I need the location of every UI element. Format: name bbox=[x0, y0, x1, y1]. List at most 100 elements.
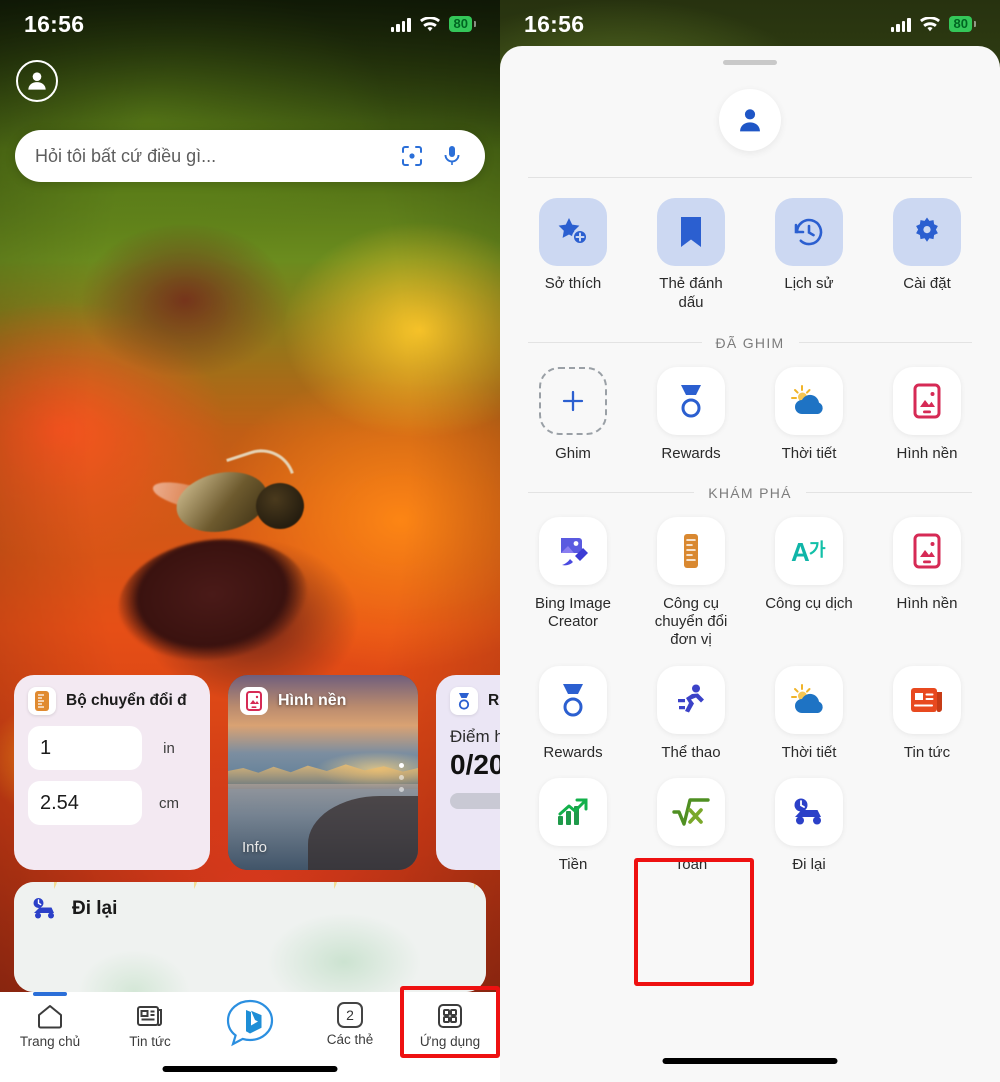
widget-card-strip[interactable]: Bộ chuyển đổi đ 1 in 2.54 cm Hình nền In… bbox=[0, 675, 500, 870]
image-creator-icon bbox=[539, 516, 607, 585]
quick-action-favorites[interactable]: Sở thích bbox=[514, 198, 632, 313]
rewards-header: R bbox=[450, 687, 500, 715]
app-sports[interactable]: Thể thao bbox=[632, 665, 750, 762]
account-avatar-icon[interactable] bbox=[719, 89, 781, 151]
tab-home-label: Trang chủ bbox=[19, 1034, 81, 1049]
app-news[interactable]: Tin tức bbox=[868, 665, 986, 762]
unit-converter-widget[interactable]: Bộ chuyển đổi đ 1 in 2.54 cm bbox=[14, 675, 210, 870]
pinned-apps-row[interactable]: Ghim Rewards Thời tiết Hình nền bbox=[500, 351, 1000, 463]
weather-cloud-sun-icon bbox=[775, 665, 843, 734]
app-label: Toán bbox=[674, 855, 708, 873]
tab-news-label: Tin tức bbox=[129, 1034, 171, 1049]
status-indicators: 80 bbox=[390, 16, 476, 32]
app-label: Đi lại bbox=[792, 855, 826, 873]
travel-widget[interactable]: Đi lại bbox=[14, 882, 486, 992]
app-wallpaper[interactable]: Hình nền bbox=[868, 516, 986, 650]
app-finance[interactable]: Tiền bbox=[514, 777, 632, 874]
tab-news[interactable]: Tin tức bbox=[100, 1002, 200, 1049]
converter-unit-to[interactable]: cm bbox=[142, 795, 196, 812]
section-rule-right bbox=[805, 492, 972, 494]
home-indicator bbox=[162, 1066, 338, 1072]
explore-apps-row-3[interactable]: Tiền Toán Đi lại bbox=[500, 762, 1000, 874]
apps-grid-icon bbox=[438, 1004, 462, 1028]
search-input[interactable]: Hỏi tôi bất cứ điều gì... bbox=[15, 130, 485, 182]
tabs-count-value: 2 bbox=[346, 1007, 354, 1023]
gear-settings-icon bbox=[893, 198, 961, 266]
explore-apps-row-2[interactable]: Rewards Thể thao Thời tiết Tin tức bbox=[500, 650, 1000, 762]
battery-charging-icon: 80 bbox=[948, 16, 976, 32]
math-sqrt-icon bbox=[657, 777, 725, 846]
wallpaper-info-label[interactable]: Info bbox=[242, 839, 267, 856]
travel-car-icon bbox=[775, 777, 843, 846]
converter-value-from[interactable]: 1 bbox=[28, 726, 142, 770]
visual-search-camera-icon[interactable] bbox=[399, 143, 425, 169]
quick-action-settings[interactable]: Cài đặt bbox=[868, 198, 986, 313]
rewards-widget[interactable]: R Điểm h 0/20 bbox=[436, 675, 500, 870]
app-rewards[interactable]: Rewards bbox=[632, 366, 750, 463]
app-empty-slot bbox=[868, 778, 986, 874]
news-icon bbox=[137, 1006, 162, 1026]
tab-bing-chat[interactable] bbox=[200, 999, 300, 1052]
quick-action-history[interactable]: Lịch sử bbox=[750, 198, 868, 313]
section-title: ĐÃ GHIM bbox=[715, 334, 785, 351]
section-rule-left bbox=[528, 342, 702, 343]
rewards-medal-icon bbox=[657, 366, 725, 435]
app-label: Thể thao bbox=[661, 743, 721, 761]
converter-unit-from[interactable]: in bbox=[142, 740, 196, 757]
svg-text:가: 가 bbox=[809, 540, 826, 560]
news-icon bbox=[893, 665, 961, 734]
microphone-icon[interactable] bbox=[439, 143, 465, 169]
converter-value-to[interactable]: 2.54 bbox=[28, 781, 142, 825]
app-label: Thời tiết bbox=[781, 743, 837, 761]
converter-row-to[interactable]: 2.54 cm bbox=[28, 781, 196, 825]
app-label: Tiền bbox=[558, 855, 588, 873]
status-time: 16:56 bbox=[524, 10, 585, 37]
battery-cap bbox=[974, 21, 976, 27]
quick-action-bookmarks[interactable]: Thẻ đánh dấu bbox=[632, 198, 750, 313]
explore-apps-row-1[interactable]: Bing Image Creator Công cụ chuyển đổi đơ… bbox=[500, 501, 1000, 650]
app-label: Thời tiết bbox=[781, 444, 837, 462]
app-weather[interactable]: Thời tiết bbox=[750, 665, 868, 762]
bookmark-icon bbox=[657, 198, 725, 266]
section-rule-left bbox=[528, 492, 695, 494]
app-math[interactable]: Toán bbox=[632, 777, 750, 874]
wallpaper-icon bbox=[240, 687, 268, 715]
wallpaper-widget[interactable]: Hình nền Info bbox=[228, 675, 418, 870]
app-pin[interactable]: Ghim bbox=[514, 366, 632, 463]
app-label: Hình nền bbox=[896, 594, 958, 612]
app-travel[interactable]: Đi lại bbox=[750, 777, 868, 874]
app-translator[interactable]: A 가 Công cụ dịch bbox=[750, 516, 868, 650]
wallpaper-page-dots[interactable] bbox=[399, 763, 404, 792]
quick-action-label: Lịch sử bbox=[784, 275, 834, 292]
right-phone-screen: 16:56 80 Sở thích Thẻ đánh dấu Lịch sử C… bbox=[500, 0, 1000, 1082]
account-avatar-icon[interactable] bbox=[16, 60, 58, 102]
app-label: Công cụ chuyển đổi đơn vị bbox=[654, 594, 728, 649]
wallpaper-icon bbox=[893, 366, 961, 435]
sheet-grabber-handle[interactable] bbox=[723, 60, 777, 65]
wifi-icon bbox=[919, 16, 940, 31]
unit-converter-icon bbox=[28, 687, 56, 715]
quick-actions-row[interactable]: Sở thích Thẻ đánh dấu Lịch sử Cài đặt bbox=[500, 178, 1000, 313]
cellular-bars-icon bbox=[890, 17, 911, 32]
left-phone-screen: 16:56 80 Hỏi tôi bất cứ điều gì... Bộ ch… bbox=[0, 0, 500, 1082]
converter-row-from[interactable]: 1 in bbox=[28, 726, 196, 770]
app-weather[interactable]: Thời tiết bbox=[750, 366, 868, 463]
status-time: 16:56 bbox=[24, 10, 85, 37]
tab-apps[interactable]: Ứng dụng bbox=[400, 1002, 500, 1049]
wallpaper-icon bbox=[893, 516, 961, 585]
rewards-medal-icon bbox=[450, 687, 478, 715]
status-indicators: 80 bbox=[890, 16, 976, 32]
app-wallpaper[interactable]: Hình nền bbox=[868, 366, 986, 463]
tab-home[interactable]: Trang chủ bbox=[0, 992, 100, 1049]
travel-header: Đi lại bbox=[30, 896, 117, 922]
tab-apps-label: Ứng dụng bbox=[419, 1034, 481, 1049]
tab-tabs[interactable]: 2 Các thẻ bbox=[300, 1002, 400, 1047]
app-label: Rewards bbox=[543, 743, 603, 761]
app-unit-converter[interactable]: Công cụ chuyển đổi đơn vị bbox=[632, 516, 750, 650]
app-bing-image-creator[interactable]: Bing Image Creator bbox=[514, 516, 632, 650]
home-indicator bbox=[662, 1058, 838, 1064]
converter-header: Bộ chuyển đổi đ bbox=[28, 687, 196, 715]
history-clock-icon bbox=[775, 198, 843, 266]
app-rewards[interactable]: Rewards bbox=[514, 665, 632, 762]
app-label: Rewards bbox=[661, 444, 721, 462]
